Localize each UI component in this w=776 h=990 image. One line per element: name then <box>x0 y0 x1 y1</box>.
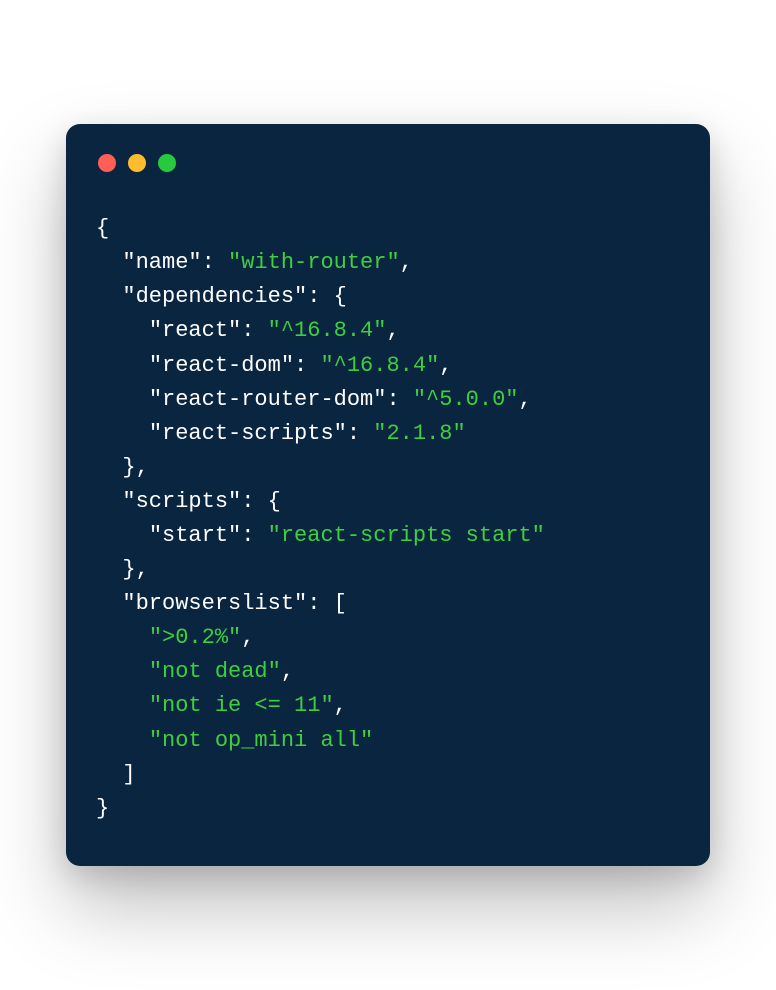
json-key: "browserslist" <box>122 591 307 616</box>
minimize-icon[interactable] <box>128 154 146 172</box>
json-string: "with-router" <box>228 250 400 275</box>
json-string: "^16.8.4" <box>268 318 387 343</box>
code-window: { "name": "with-router", "dependencies":… <box>66 124 710 866</box>
json-string: "react-scripts start" <box>268 523 545 548</box>
json-string: "not dead" <box>149 659 281 684</box>
brace-open: { <box>96 216 109 241</box>
maximize-icon[interactable] <box>158 154 176 172</box>
close-icon[interactable] <box>98 154 116 172</box>
json-key: "dependencies" <box>122 284 307 309</box>
brace-close: } <box>96 796 109 821</box>
code-block: { "name": "with-router", "dependencies":… <box>96 212 680 826</box>
json-string: "not op_mini all" <box>149 728 373 753</box>
json-string: "not ie <= 11" <box>149 693 334 718</box>
json-string: "^5.0.0" <box>413 387 519 412</box>
json-key: "react" <box>149 318 241 343</box>
json-key: "react-scripts" <box>149 421 347 446</box>
json-key: "react-dom" <box>149 353 294 378</box>
json-string: ">0.2%" <box>149 625 241 650</box>
json-string: "2.1.8" <box>373 421 465 446</box>
window-titlebar <box>96 154 680 172</box>
json-key: "scripts" <box>122 489 241 514</box>
json-string: "^16.8.4" <box>320 353 439 378</box>
json-key: "start" <box>149 523 241 548</box>
json-key: "name" <box>122 250 201 275</box>
json-key: "react-router-dom" <box>149 387 387 412</box>
